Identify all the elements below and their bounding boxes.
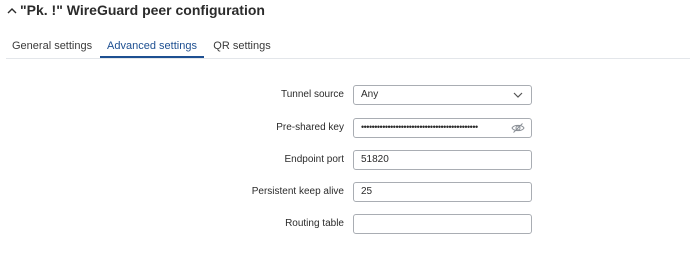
tab-qr-settings[interactable]: QR settings [212, 34, 272, 58]
tab-advanced-settings[interactable]: Advanced settings [100, 34, 204, 58]
routing-table-input[interactable] [353, 214, 532, 234]
chevron-up-icon[interactable] [6, 3, 18, 19]
page-header: "Pk. !" WireGuard peer configuration [0, 0, 690, 26]
tunnel-source-row: Tunnel source Any [0, 85, 690, 107]
tunnel-source-select[interactable]: Any [353, 85, 532, 105]
pre-shared-key-row: Pre-shared key •••••••••••••••••••••••••… [0, 118, 690, 140]
endpoint-port-input[interactable]: 51820 [353, 150, 532, 170]
chevron-down-icon [513, 92, 523, 98]
persistent-keep-alive-label: Persistent keep alive [251, 186, 344, 197]
tab-general-settings[interactable]: General settings [12, 34, 92, 58]
pre-shared-key-label: Pre-shared key [276, 122, 344, 133]
persistent-keep-alive-row: Persistent keep alive 25 [0, 182, 690, 204]
tunnel-source-value: Any [361, 89, 379, 100]
persistent-keep-alive-input[interactable]: 25 [353, 182, 532, 202]
endpoint-port-label: Endpoint port [284, 154, 345, 165]
pre-shared-key-input[interactable]: ••••••••••••••••••••••••••••••••••••••••… [353, 118, 532, 138]
tabs-divider [6, 58, 690, 59]
endpoint-port-row: Endpoint port 51820 [0, 150, 690, 172]
persistent-keep-alive-value: 25 [361, 186, 373, 197]
pre-shared-key-value: ••••••••••••••••••••••••••••••••••••••••… [361, 122, 478, 132]
page-title: "Pk. !" WireGuard peer configuration [20, 2, 265, 18]
routing-table-row: Routing table [0, 214, 690, 236]
endpoint-port-value: 51820 [361, 154, 389, 165]
tunnel-source-label: Tunnel source [281, 89, 344, 100]
eye-slash-icon[interactable] [511, 122, 525, 134]
routing-table-label: Routing table [285, 218, 344, 229]
